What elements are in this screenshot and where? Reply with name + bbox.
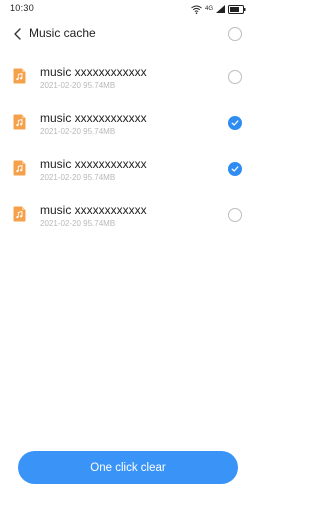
file-name: music xxxxxxxxxxxx: [40, 111, 147, 125]
file-meta: 2021-02-20 95.74MB: [40, 81, 115, 90]
music-file-icon: [13, 68, 26, 84]
status-time: 10:30: [10, 3, 35, 13]
list-item[interactable]: music xxxxxxxxxxxx 2021-02-20 95.74MB: [0, 100, 256, 146]
status-icons: 4G: [191, 3, 246, 15]
status-bar: 10:30 4G: [0, 0, 256, 18]
item-checkbox[interactable]: [228, 208, 242, 222]
wifi-icon: [191, 5, 202, 14]
page-title: Music cache: [29, 26, 96, 40]
select-all-checkbox[interactable]: [228, 27, 242, 41]
header: Music cache: [0, 20, 256, 48]
file-meta: 2021-02-20 95.74MB: [40, 173, 115, 182]
item-checkbox[interactable]: [228, 116, 242, 130]
music-file-icon: [13, 114, 26, 130]
item-checkbox[interactable]: [228, 162, 242, 176]
file-name: music xxxxxxxxxxxx: [40, 203, 147, 217]
item-checkbox[interactable]: [228, 70, 242, 84]
checkmark-icon: [231, 166, 239, 172]
one-click-clear-button[interactable]: One click clear: [18, 451, 238, 484]
file-size: 95.74MB: [83, 127, 116, 136]
list-item[interactable]: music xxxxxxxxxxxx 2021-02-20 95.74MB: [0, 54, 256, 100]
file-date: 2021-02-20: [40, 173, 81, 182]
list-item[interactable]: music xxxxxxxxxxxx 2021-02-20 95.74MB: [0, 192, 256, 238]
file-name: music xxxxxxxxxxxx: [40, 157, 147, 171]
checkmark-icon: [231, 120, 239, 126]
file-size: 95.74MB: [83, 219, 116, 228]
file-size: 95.74MB: [83, 173, 116, 182]
file-name: music xxxxxxxxxxxx: [40, 65, 147, 79]
file-size: 95.74MB: [83, 81, 116, 90]
list-item[interactable]: music xxxxxxxxxxxx 2021-02-20 95.74MB: [0, 146, 256, 192]
signal-icon: [216, 5, 225, 13]
file-date: 2021-02-20: [40, 219, 81, 228]
back-arrow-icon[interactable]: [10, 26, 26, 42]
file-date: 2021-02-20: [40, 81, 81, 90]
network-type: 4G: [204, 6, 213, 12]
file-meta: 2021-02-20 95.74MB: [40, 219, 115, 228]
music-file-icon: [13, 206, 26, 222]
music-file-icon: [13, 160, 26, 176]
battery-icon: [228, 4, 246, 14]
file-date: 2021-02-20: [40, 127, 81, 136]
file-meta: 2021-02-20 95.74MB: [40, 127, 115, 136]
